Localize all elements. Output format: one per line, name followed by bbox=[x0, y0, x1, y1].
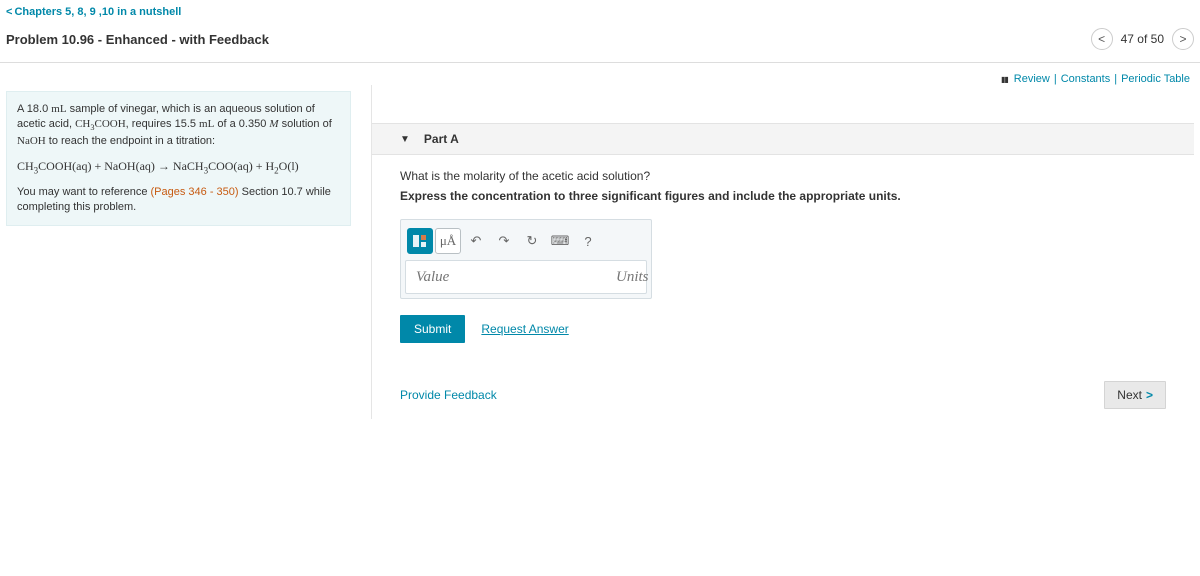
flag-icon: ▮▮ bbox=[1001, 75, 1008, 84]
chevron-left-icon: < bbox=[6, 6, 12, 18]
units-input[interactable] bbox=[606, 261, 806, 293]
answer-input-area: μÅ ↶ ↷ ↻ ⌨ ? bbox=[400, 219, 652, 299]
part-question: What is the molarity of the acetic acid … bbox=[400, 169, 1166, 183]
review-link[interactable]: Review bbox=[1014, 73, 1050, 85]
next-problem-button[interactable]: > bbox=[1172, 28, 1194, 50]
review-links: ▮▮ Review | Constants | Periodic Table bbox=[1001, 73, 1190, 85]
question-context-box: A 18.0 mL sample of vinegar, which is an… bbox=[6, 91, 351, 226]
problem-title: Problem 10.96 - Enhanced - with Feedback bbox=[6, 32, 269, 47]
reset-button[interactable]: ↻ bbox=[519, 228, 545, 254]
next-button[interactable]: Next > bbox=[1104, 381, 1166, 409]
breadcrumb-label: Chapters 5, 8, 9 ,10 in a nutshell bbox=[14, 6, 181, 18]
reference-pages-link[interactable]: (Pages 346 - 350) bbox=[151, 186, 239, 198]
pager: < 47 of 50 > bbox=[1091, 28, 1194, 50]
chemical-equation: CH3COOH(aq) + NaOH(aq) → NaCH3COO(aq) + … bbox=[17, 158, 340, 177]
redo-button[interactable]: ↷ bbox=[491, 228, 517, 254]
provide-feedback-link[interactable]: Provide Feedback bbox=[400, 388, 497, 402]
template-icon bbox=[412, 234, 428, 248]
part-label: Part A bbox=[424, 132, 459, 146]
special-chars-button[interactable]: μÅ bbox=[435, 228, 461, 254]
breadcrumb-back[interactable]: < Chapters 5, 8, 9 ,10 in a nutshell bbox=[6, 6, 181, 18]
constants-link[interactable]: Constants bbox=[1061, 73, 1111, 85]
part-instruction: Express the concentration to three signi… bbox=[400, 189, 1166, 203]
value-input[interactable] bbox=[406, 261, 606, 293]
templates-button[interactable] bbox=[407, 228, 433, 254]
help-button[interactable]: ? bbox=[575, 228, 601, 254]
periodic-table-link[interactable]: Periodic Table bbox=[1121, 73, 1190, 85]
prev-problem-button[interactable]: < bbox=[1091, 28, 1113, 50]
part-a-header[interactable]: ▼ Part A bbox=[372, 123, 1194, 155]
undo-button[interactable]: ↶ bbox=[463, 228, 489, 254]
keyboard-button[interactable]: ⌨ bbox=[547, 228, 573, 254]
submit-button[interactable]: Submit bbox=[400, 315, 465, 343]
pager-text: 47 of 50 bbox=[1121, 32, 1164, 46]
request-answer-link[interactable]: Request Answer bbox=[481, 322, 568, 336]
chevron-right-icon: > bbox=[1146, 388, 1153, 402]
caret-down-icon: ▼ bbox=[400, 134, 410, 145]
